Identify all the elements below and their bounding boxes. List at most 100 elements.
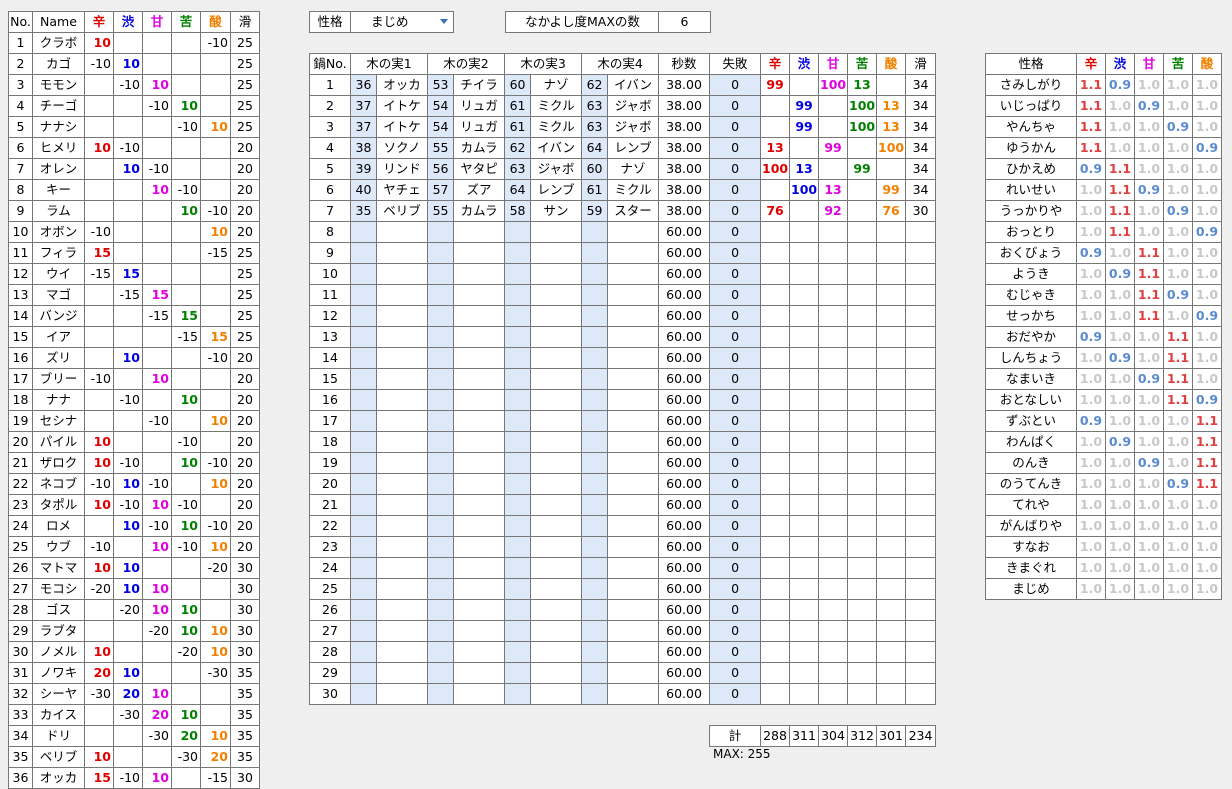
berry-number-input[interactable] <box>581 305 609 327</box>
fail-input[interactable]: 0 <box>709 221 762 243</box>
fail-input[interactable]: 0 <box>709 452 762 474</box>
berry-number-input[interactable] <box>350 662 377 684</box>
berry-number-input[interactable] <box>350 557 377 579</box>
berry-number-input[interactable] <box>350 221 377 243</box>
fail-input[interactable]: 0 <box>709 116 762 138</box>
berry-number-input[interactable] <box>581 452 609 474</box>
fail-input[interactable]: 0 <box>709 557 762 579</box>
berry-number-input[interactable] <box>581 473 609 495</box>
berry-number-input[interactable] <box>427 641 455 663</box>
berry-number-input[interactable] <box>504 389 532 411</box>
fail-input[interactable]: 0 <box>709 137 762 159</box>
berry-number-input[interactable]: 40 <box>350 179 377 201</box>
berry-number-input[interactable] <box>504 536 532 558</box>
berry-number-input[interactable]: 36 <box>350 74 377 96</box>
fail-input[interactable]: 0 <box>709 620 762 642</box>
berry-number-input[interactable] <box>504 347 532 369</box>
fail-input[interactable]: 0 <box>709 158 762 180</box>
berry-number-input[interactable] <box>350 473 377 495</box>
berry-number-input[interactable] <box>350 536 377 558</box>
fail-input[interactable]: 0 <box>709 494 762 516</box>
berry-number-input[interactable]: 62 <box>504 137 532 159</box>
berry-number-input[interactable] <box>350 452 377 474</box>
berry-number-input[interactable] <box>427 515 455 537</box>
berry-number-input[interactable]: 39 <box>350 158 377 180</box>
berry-number-input[interactable] <box>504 263 532 285</box>
berry-number-input[interactable] <box>427 683 455 705</box>
berry-number-input[interactable] <box>350 683 377 705</box>
fail-input[interactable]: 0 <box>709 263 762 285</box>
berry-number-input[interactable] <box>504 578 532 600</box>
berry-number-input[interactable] <box>350 620 377 642</box>
berry-number-input[interactable] <box>581 368 609 390</box>
berry-number-input[interactable]: 64 <box>581 137 609 159</box>
berry-number-input[interactable] <box>427 305 455 327</box>
berry-number-input[interactable]: 64 <box>504 179 532 201</box>
berry-number-input[interactable]: 54 <box>427 95 455 117</box>
berry-number-input[interactable] <box>581 431 609 453</box>
fail-input[interactable]: 0 <box>709 515 762 537</box>
berry-number-input[interactable] <box>504 431 532 453</box>
berry-number-input[interactable] <box>581 557 609 579</box>
berry-number-input[interactable]: 55 <box>427 200 455 222</box>
berry-number-input[interactable] <box>581 221 609 243</box>
berry-number-input[interactable] <box>504 557 532 579</box>
berry-number-input[interactable] <box>427 284 455 306</box>
berry-number-input[interactable] <box>581 662 609 684</box>
berry-number-input[interactable] <box>581 284 609 306</box>
berry-number-input[interactable] <box>427 326 455 348</box>
berry-number-input[interactable] <box>350 389 377 411</box>
berry-number-input[interactable] <box>427 452 455 474</box>
fail-input[interactable]: 0 <box>709 641 762 663</box>
berry-number-input[interactable] <box>427 662 455 684</box>
fail-input[interactable]: 0 <box>709 473 762 495</box>
berry-number-input[interactable] <box>350 305 377 327</box>
berry-number-input[interactable] <box>581 620 609 642</box>
berry-number-input[interactable] <box>427 557 455 579</box>
berry-number-input[interactable] <box>350 368 377 390</box>
nature-dropdown[interactable]: まじめ <box>350 11 454 33</box>
berry-number-input[interactable] <box>504 326 532 348</box>
berry-number-input[interactable] <box>581 578 609 600</box>
berry-number-input[interactable]: 37 <box>350 116 377 138</box>
berry-number-input[interactable] <box>504 368 532 390</box>
berry-number-input[interactable] <box>504 620 532 642</box>
fail-input[interactable]: 0 <box>709 410 762 432</box>
berry-number-input[interactable] <box>581 515 609 537</box>
fail-input[interactable]: 0 <box>709 431 762 453</box>
berry-number-input[interactable] <box>350 494 377 516</box>
berry-number-input[interactable]: 60 <box>504 74 532 96</box>
berry-number-input[interactable] <box>504 473 532 495</box>
berry-number-input[interactable]: 54 <box>427 116 455 138</box>
berry-number-input[interactable] <box>427 536 455 558</box>
berry-number-input[interactable]: 60 <box>581 158 609 180</box>
chevron-down-icon[interactable] <box>440 19 448 24</box>
fail-input[interactable]: 0 <box>709 74 762 96</box>
berry-number-input[interactable] <box>504 683 532 705</box>
berry-number-input[interactable]: 57 <box>427 179 455 201</box>
fail-input[interactable]: 0 <box>709 200 762 222</box>
berry-number-input[interactable] <box>350 641 377 663</box>
berry-number-input[interactable]: 53 <box>427 74 455 96</box>
fail-input[interactable]: 0 <box>709 326 762 348</box>
berry-number-input[interactable] <box>350 326 377 348</box>
berry-number-input[interactable] <box>427 410 455 432</box>
berry-number-input[interactable] <box>504 599 532 621</box>
fail-input[interactable]: 0 <box>709 179 762 201</box>
fail-input[interactable]: 0 <box>709 242 762 264</box>
berry-number-input[interactable] <box>427 599 455 621</box>
berry-number-input[interactable] <box>504 242 532 264</box>
berry-number-input[interactable] <box>350 431 377 453</box>
berry-number-input[interactable] <box>350 347 377 369</box>
berry-number-input[interactable]: 59 <box>581 200 609 222</box>
fail-input[interactable]: 0 <box>709 368 762 390</box>
berry-number-input[interactable] <box>504 452 532 474</box>
berry-number-input[interactable] <box>581 389 609 411</box>
berry-number-input[interactable]: 61 <box>504 116 532 138</box>
berry-number-input[interactable] <box>581 494 609 516</box>
berry-number-input[interactable] <box>350 410 377 432</box>
berry-number-input[interactable] <box>504 221 532 243</box>
berry-number-input[interactable] <box>581 410 609 432</box>
berry-number-input[interactable] <box>504 494 532 516</box>
berry-number-input[interactable] <box>581 326 609 348</box>
